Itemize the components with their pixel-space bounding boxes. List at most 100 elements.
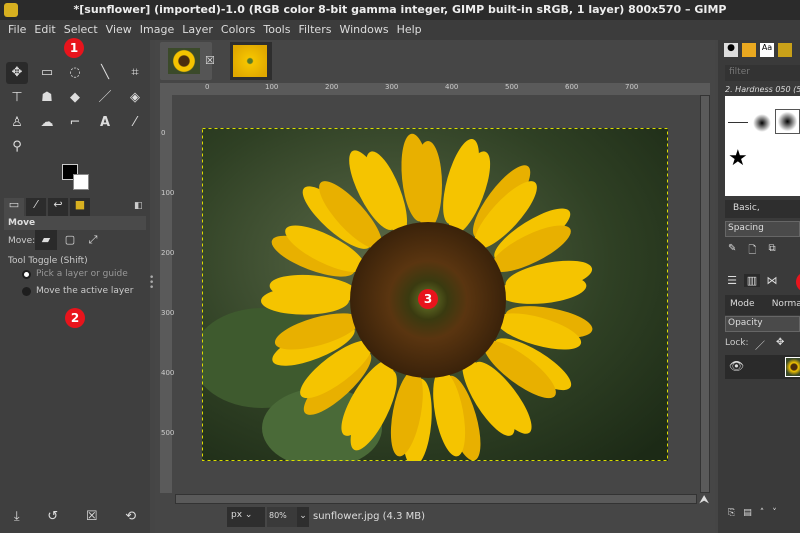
radio-pick-layer[interactable]: [22, 270, 31, 279]
tab-tool-options[interactable]: ▭: [4, 198, 24, 216]
menu-colors[interactable]: Colors: [217, 20, 259, 40]
menu-layer[interactable]: Layer: [178, 20, 217, 40]
lower-layer-icon[interactable]: ˅: [772, 508, 777, 518]
visibility-eye-icon[interactable]: 👁: [729, 359, 744, 373]
duplicate-brush-icon[interactable]: ⧉: [768, 243, 775, 260]
tool-toggle-label: Tool Toggle (Shift): [8, 256, 88, 266]
brush-line[interactable]: [728, 122, 748, 123]
tab-paths[interactable]: ⋈: [764, 274, 780, 287]
ruler-tick: 300: [385, 83, 399, 91]
crop-tool-icon[interactable]: ⌗: [124, 62, 146, 84]
move-active-layer-label: Move the active layer: [36, 286, 134, 296]
reset-options-icon[interactable]: ⟲: [125, 509, 136, 524]
menu-edit[interactable]: Edit: [30, 20, 59, 40]
zoom-dropdown[interactable]: ⌄: [297, 507, 309, 527]
layer-group-icon[interactable]: ▤: [743, 508, 752, 518]
brush-selected[interactable]: [775, 109, 800, 134]
tab-device-status[interactable]: ⁄: [26, 198, 46, 216]
tab-fonts[interactable]: Aa: [760, 43, 774, 57]
layer-row[interactable]: 👁: [725, 355, 800, 379]
tab-patterns[interactable]: [742, 43, 756, 57]
brush-actions: ✎ 🗋 ⧉: [728, 243, 776, 260]
paintbrush-tool-icon[interactable]: ／: [94, 87, 116, 109]
move-label: Move:: [8, 236, 36, 246]
lock-pixels-icon[interactable]: ／: [755, 337, 765, 352]
restore-options-icon[interactable]: ↺: [47, 509, 58, 524]
menu-image[interactable]: Image: [136, 20, 178, 40]
brush-grid[interactable]: ★: [725, 96, 800, 196]
menu-tools[interactable]: Tools: [259, 20, 294, 40]
smudge-tool-icon[interactable]: ☁: [36, 112, 58, 134]
marker-3: 3: [418, 289, 438, 309]
opacity-label: Opacity: [728, 318, 763, 328]
clone-tool-icon[interactable]: ♙: [6, 112, 28, 134]
fuzzy-select-tool-icon[interactable]: ╲: [94, 62, 116, 84]
brush-tabs: ● Aa: [724, 43, 792, 57]
lock-label: Lock:: [725, 338, 749, 348]
sunflower-thumbnail: [168, 48, 200, 74]
move-selection-icon[interactable]: ▢: [62, 230, 78, 250]
transform-tool-icon[interactable]: ⊤: [6, 87, 28, 109]
eraser-tool-icon[interactable]: ◈: [124, 87, 146, 109]
right-dock: ● Aa filter 2. Hardness 050 (51 × 51) ★ …: [718, 40, 800, 533]
color-picker-tool-icon[interactable]: ⁄: [124, 112, 146, 134]
tab-channels[interactable]: ▥: [744, 274, 760, 287]
move-layer-icon[interactable]: ▰: [35, 230, 57, 250]
unit-select[interactable]: px ⌄: [227, 507, 265, 527]
text-tool-icon[interactable]: A: [94, 112, 116, 134]
navigate-icon[interactable]: ⮝: [699, 492, 709, 507]
horizontal-ruler[interactable]: 0 100 200 300 400 500 600 700: [160, 83, 710, 95]
raise-layer-icon[interactable]: ˄: [760, 508, 765, 518]
zoom-input[interactable]: 80%: [267, 507, 297, 527]
tab-images[interactable]: [778, 43, 792, 57]
move-tool-icon[interactable]: ✥: [6, 62, 28, 84]
edit-brush-icon[interactable]: ✎: [728, 243, 736, 260]
menu-windows[interactable]: Windows: [335, 20, 392, 40]
spacing-slider[interactable]: Spacing: [725, 221, 800, 237]
menu-file[interactable]: File: [4, 20, 30, 40]
unit-value: px: [231, 510, 243, 520]
layer-mode-select[interactable]: Mode Normal: [725, 295, 800, 315]
new-layer-icon[interactable]: ⎘: [728, 508, 735, 518]
bucket-fill-tool-icon[interactable]: ◆: [64, 87, 86, 109]
image-tab-second[interactable]: [230, 42, 272, 80]
background-color[interactable]: [73, 174, 89, 190]
radio-move-active-layer[interactable]: [22, 287, 31, 296]
opacity-slider[interactable]: Opacity: [725, 316, 800, 332]
ruler-tick: 0: [205, 83, 210, 91]
vertical-ruler[interactable]: 0 100 200 300 400 500: [160, 95, 174, 493]
brush-filter-input[interactable]: filter: [725, 65, 800, 81]
menu-view[interactable]: View: [102, 20, 136, 40]
tab-images[interactable]: ■: [70, 198, 90, 216]
zoom-tool-icon[interactable]: ⚲: [6, 136, 28, 158]
menu-help[interactable]: Help: [393, 20, 426, 40]
tab-undo-history[interactable]: ↩: [48, 198, 68, 216]
horizontal-scrollbar[interactable]: [175, 494, 697, 504]
brush-star[interactable]: ★: [728, 146, 748, 171]
ruler-tick: 200: [325, 83, 339, 91]
menu-select[interactable]: Select: [60, 20, 102, 40]
tab-brushes[interactable]: ●: [724, 43, 738, 57]
new-brush-icon[interactable]: 🗋: [748, 243, 756, 260]
menu-filters[interactable]: Filters: [294, 20, 335, 40]
warp-tool-icon[interactable]: ☗: [36, 87, 58, 109]
ruler-tick: 100: [265, 83, 279, 91]
tool-options-title: Move: [4, 216, 146, 230]
dock-resize-handle[interactable]: • • •: [149, 274, 154, 293]
vertical-scrollbar[interactable]: [700, 95, 710, 493]
save-options-icon[interactable]: ⤓: [14, 509, 20, 524]
layer-thumbnail: [785, 357, 800, 377]
rect-select-tool-icon[interactable]: ▭: [36, 62, 58, 84]
brush-soft[interactable]: [753, 114, 771, 132]
paths-tool-icon[interactable]: ⌐: [64, 112, 86, 134]
close-tab-icon[interactable]: ☒: [205, 54, 215, 67]
spacing-label: Spacing: [728, 223, 764, 233]
brush-preset[interactable]: Basic,: [725, 200, 800, 218]
tab-layers[interactable]: ☰: [724, 274, 740, 287]
delete-options-icon[interactable]: ☒: [86, 509, 98, 524]
move-path-icon[interactable]: ⤢: [85, 230, 101, 250]
lock-position-icon[interactable]: ✥: [776, 337, 784, 348]
lasso-tool-icon[interactable]: ◌: [64, 62, 86, 84]
ruler-tick: 600: [565, 83, 579, 91]
dock-menu-icon[interactable]: ◧: [134, 201, 143, 211]
